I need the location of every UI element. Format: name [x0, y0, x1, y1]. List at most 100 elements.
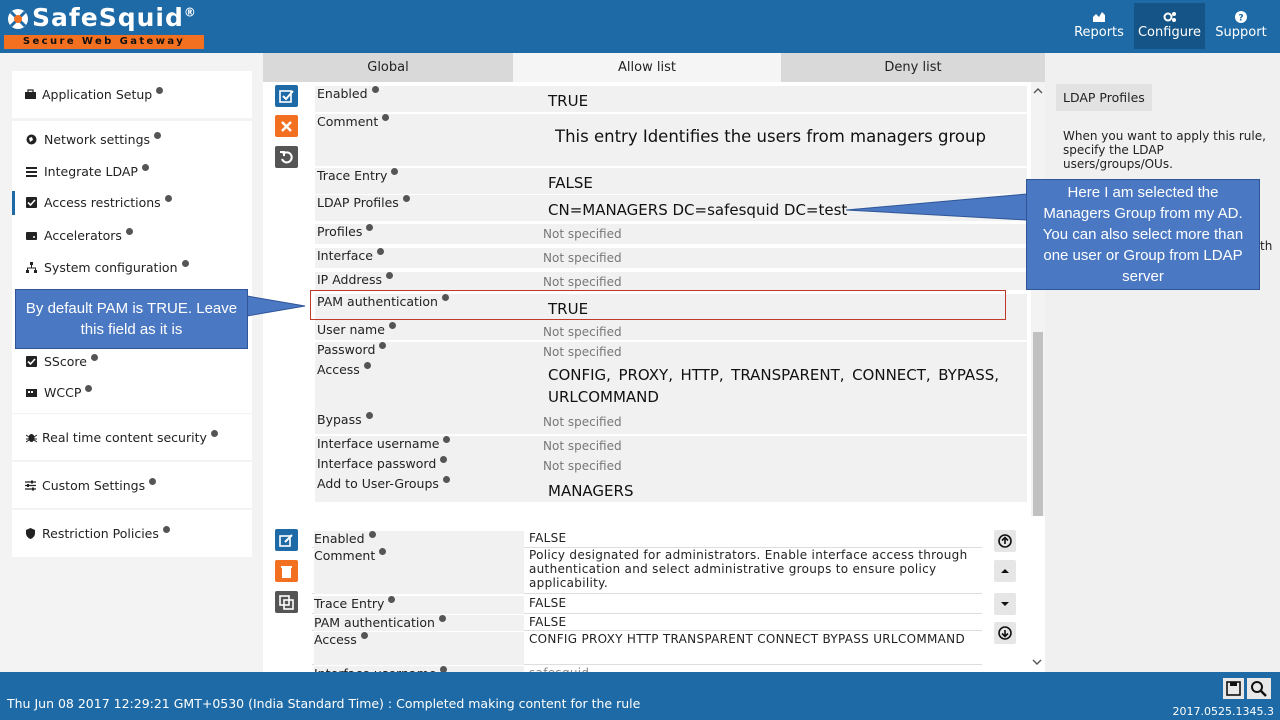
sidebar-item-real-time-content-security[interactable]: Real time content security — [12, 426, 252, 450]
sidebar-item-access-restrictions[interactable]: Access restrictions — [12, 191, 252, 215]
field-value[interactable]: FALSE — [520, 168, 1027, 192]
field-value[interactable]: TRUE — [520, 86, 1027, 110]
field-row-add-to-user-groups: Add to User-Groups MANAGERS — [315, 476, 1027, 502]
close-icon — [281, 121, 292, 132]
field-value[interactable]: MANAGERS — [520, 476, 1027, 500]
shield-icon — [26, 528, 35, 539]
info-icon — [154, 132, 162, 139]
undo-icon — [280, 151, 293, 164]
field-label: LDAP Profiles — [315, 195, 520, 210]
sidebar-item-label: SScore — [44, 354, 87, 369]
move-up-button[interactable] — [994, 560, 1016, 582]
field-row-ip-address: IP Address Not specified — [315, 272, 1027, 290]
sidebar-item-label: System configuration — [44, 260, 178, 275]
sidebar-item-network-settings[interactable]: Network settings — [12, 128, 252, 152]
sidebar-item-wccp[interactable]: WCCP — [12, 381, 252, 405]
field-label: Bypass — [315, 412, 520, 427]
field-value[interactable]: Not specified — [520, 342, 1027, 360]
status-bar: Thu Jun 08 2017 12:29:21 GMT+0530 (India… — [0, 672, 1280, 720]
field-row-password: Password Not specified — [315, 342, 1027, 362]
pam-callout: By default PAM is TRUE. Leave this field… — [15, 289, 248, 349]
field-label: User name — [315, 322, 520, 337]
field-value[interactable]: Not specified — [520, 322, 1027, 339]
copy-entry-button[interactable] — [275, 591, 298, 613]
edit-entry-button[interactable] — [275, 529, 298, 551]
form-scrollbar[interactable] — [1031, 82, 1045, 516]
info-icon — [162, 526, 170, 533]
field-value[interactable]: Not specified — [520, 248, 1027, 266]
sidebar-item-system-configuration[interactable]: System configuration — [12, 256, 252, 280]
field-value[interactable]: Not specified — [520, 224, 1027, 242]
info-icon — [440, 456, 448, 463]
info-icon — [366, 224, 374, 231]
cancel-entry-button[interactable] — [275, 115, 298, 137]
info-icon — [90, 354, 98, 361]
help-text: When you want to apply this rule, specif… — [1063, 129, 1266, 171]
caret-down-icon — [1001, 602, 1009, 606]
entry2-row-pam-authentication: PAM authentication FALSE — [312, 615, 982, 631]
help-title: LDAP Profiles — [1056, 84, 1152, 111]
sidebar-item-application-setup[interactable]: Application Setup — [12, 83, 252, 107]
field-value[interactable]: Not specified — [520, 456, 1027, 474]
move-bottom-button[interactable] — [994, 622, 1016, 644]
info-icon — [391, 168, 399, 175]
sidebar-item-accelerators[interactable]: Accelerators — [12, 224, 252, 248]
save-icon — [1226, 681, 1241, 696]
info-icon — [402, 195, 410, 202]
info-icon — [125, 228, 133, 235]
scrollbar-thumb[interactable] — [1033, 332, 1043, 516]
field-value[interactable]: This entry Identifies the users from man… — [520, 114, 1027, 164]
info-icon — [443, 436, 451, 443]
save-config-button[interactable] — [1223, 678, 1244, 699]
sidebar-item-label: WCCP — [44, 385, 82, 400]
nav-support-label: Support — [1215, 25, 1267, 40]
info-icon — [388, 322, 396, 329]
info-icon — [382, 114, 390, 121]
info-icon — [363, 362, 371, 369]
field-row-interface: Interface Not specified — [315, 248, 1027, 268]
nav-configure[interactable]: Configure — [1134, 3, 1205, 49]
move-down-button[interactable] — [994, 593, 1016, 615]
bug-icon — [26, 434, 37, 443]
tab-deny-list[interactable]: Deny list — [781, 53, 1045, 82]
field-label: Comment — [315, 114, 520, 129]
search-button[interactable] — [1247, 678, 1271, 699]
entry2-row-comment: Comment Policy designated for administrat… — [312, 548, 982, 594]
field-value[interactable]: Not specified — [520, 412, 1027, 432]
field-value[interactable]: CONFIG, PROXY, HTTP, TRANSPARENT, CONNEC… — [520, 362, 1027, 410]
tab-global[interactable]: Global — [263, 53, 513, 82]
pam-highlight-box — [310, 290, 1006, 320]
sidebar-item-restriction-policies[interactable]: Restriction Policies — [12, 522, 252, 546]
info-icon — [149, 478, 157, 485]
sidebar-group-content-security: Real time content security — [12, 414, 252, 460]
scroll-up-icon[interactable] — [1033, 87, 1043, 95]
field-row-profiles: Profiles Not specified — [315, 224, 1027, 244]
nav-reports[interactable]: Reports — [1068, 3, 1130, 49]
reset-entry-button[interactable] — [275, 146, 298, 168]
safesquid-logo[interactable]: SafeSquid® Secure Web Gateway — [4, 3, 204, 51]
router-icon — [26, 389, 37, 397]
sidebar-group-restriction: Restriction Policies — [12, 510, 252, 557]
field-label: Password — [315, 342, 520, 357]
caret-up-icon — [1001, 569, 1009, 573]
entry2-value: Policy designated for administrators. En… — [529, 548, 968, 590]
arrow-circle-up-icon — [998, 534, 1012, 548]
sidebar-group-custom: Custom Settings — [12, 462, 252, 508]
sidebar-item-integrate-ldap[interactable]: Integrate LDAP — [12, 160, 252, 184]
entry2-row-access: Access CONFIG PROXY HTTP TRANSPARENT CONN… — [312, 632, 982, 665]
tab-allow-list[interactable]: Allow list — [513, 53, 781, 82]
field-row-comment: Comment This entry Identifies the users f… — [315, 114, 1027, 166]
sidebar-item-label: Restriction Policies — [42, 526, 159, 541]
sidebar-item-custom-settings[interactable]: Custom Settings — [12, 474, 252, 498]
info-icon — [210, 430, 218, 437]
field-value[interactable]: Not specified — [520, 436, 1027, 454]
info-icon — [379, 342, 387, 349]
sidebar-item-sscore[interactable]: SScore — [12, 350, 252, 374]
save-entry-button[interactable] — [275, 85, 298, 107]
delete-entry-button[interactable] — [275, 560, 298, 582]
field-value[interactable]: Not specified — [520, 272, 1027, 289]
move-top-button[interactable] — [994, 530, 1016, 552]
scroll-down-icon[interactable] — [1032, 658, 1042, 666]
info-icon — [438, 615, 446, 622]
nav-support[interactable]: ? Support — [1210, 3, 1272, 49]
